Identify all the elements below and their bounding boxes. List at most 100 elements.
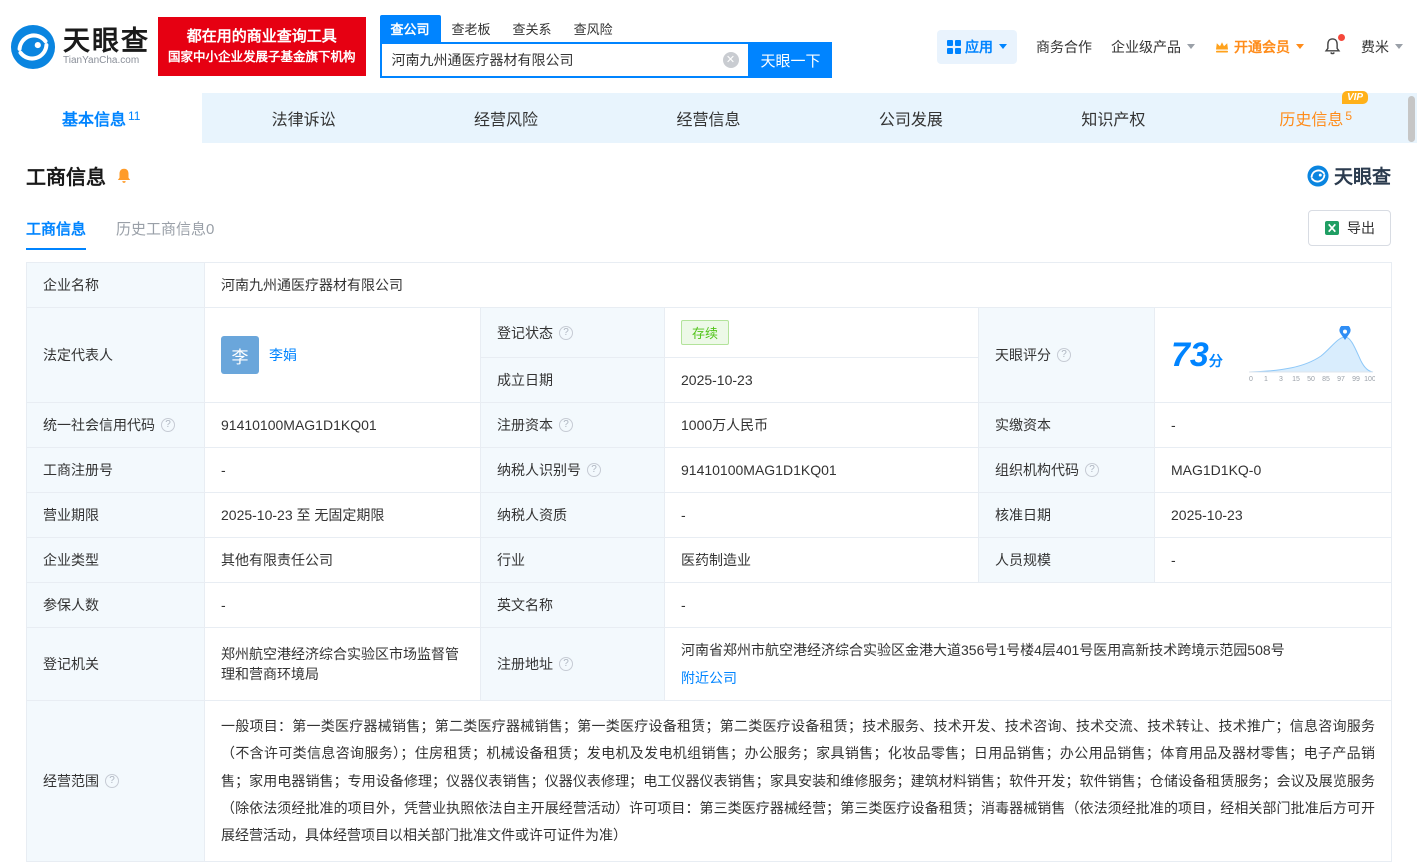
help-icon[interactable] bbox=[105, 774, 119, 788]
nearby-companies-link[interactable]: 附近公司 bbox=[681, 670, 737, 686]
tab-history-info[interactable]: 历史信息 5 VIP bbox=[1215, 93, 1417, 143]
tab-company-development[interactable]: 公司发展 bbox=[810, 93, 1012, 143]
tianyancha-logo[interactable]: 天眼查 TianYanCha.com bbox=[10, 24, 150, 70]
apps-menu[interactable]: 应用 bbox=[937, 30, 1017, 64]
field-value-approval-date: 2025-10-23 bbox=[1155, 493, 1392, 538]
tab-operation-risk[interactable]: 经营风险 bbox=[405, 93, 607, 143]
apps-label: 应用 bbox=[965, 37, 993, 57]
field-value-business-term: 2025-10-23 至 无固定期限 bbox=[205, 493, 481, 538]
search-tab-risk[interactable]: 查风险 bbox=[563, 15, 624, 42]
field-label-insured-count: 参保人数 bbox=[27, 583, 205, 628]
field-value-english-name: - bbox=[665, 583, 1392, 628]
tab-legal-litigation[interactable]: 法律诉讼 bbox=[202, 93, 404, 143]
svg-text:97: 97 bbox=[1337, 376, 1345, 383]
field-label-paid-capital: 实缴资本 bbox=[979, 403, 1155, 448]
legal-rep-link[interactable]: 李娟 bbox=[269, 345, 297, 365]
export-button[interactable]: 导出 bbox=[1308, 210, 1391, 246]
search-button[interactable]: 天眼一下 bbox=[750, 42, 832, 78]
help-icon[interactable] bbox=[161, 418, 175, 432]
apps-grid-icon bbox=[947, 40, 961, 54]
field-label-taxpayer-id: 纳税人识别号 bbox=[481, 448, 665, 493]
tab-operation-info[interactable]: 经营信息 bbox=[607, 93, 809, 143]
field-value-credit-code: 91410100MAG1D1KQ01 bbox=[205, 403, 481, 448]
field-value-reg-address: 河南省郑州市航空港经济综合实验区金港大道356号1号楼4层401号医用高新技术跨… bbox=[665, 628, 1392, 701]
section-title: 工商信息 bbox=[26, 161, 106, 190]
tab-label: 知识产权 bbox=[1081, 106, 1145, 130]
help-icon[interactable] bbox=[587, 463, 601, 477]
username-label: 费米 bbox=[1361, 37, 1389, 57]
tab-label: 法律诉讼 bbox=[272, 106, 336, 130]
chevron-down-icon bbox=[1296, 44, 1304, 49]
legal-rep-avatar[interactable]: 李 bbox=[221, 336, 259, 374]
field-label-business-term: 营业期限 bbox=[27, 493, 205, 538]
field-label-reg-capital: 注册资本 bbox=[481, 403, 665, 448]
field-label-establish-date: 成立日期 bbox=[481, 358, 665, 403]
field-value-reg-number: - bbox=[205, 448, 481, 493]
field-label-reg-number: 工商注册号 bbox=[27, 448, 205, 493]
field-value-insured-count: - bbox=[205, 583, 481, 628]
field-label-company-name: 企业名称 bbox=[27, 263, 205, 308]
field-value-reg-capital: 1000万人民币 bbox=[665, 403, 979, 448]
tab-basic-info[interactable]: 基本信息 11 bbox=[0, 93, 202, 143]
field-label-approval-date: 核准日期 bbox=[979, 493, 1155, 538]
field-label-english-name: 英文名称 bbox=[481, 583, 665, 628]
logo-name: 天眼查 bbox=[63, 27, 150, 55]
notification-bell[interactable] bbox=[1323, 37, 1342, 56]
search-tab-company[interactable]: 查公司 bbox=[380, 15, 441, 42]
membership-label: 开通会员 bbox=[1234, 37, 1290, 57]
field-value-paid-capital: - bbox=[1155, 403, 1392, 448]
svg-text:50: 50 bbox=[1307, 376, 1315, 383]
svg-text:15: 15 bbox=[1292, 376, 1300, 383]
user-menu[interactable]: 费米 bbox=[1361, 37, 1403, 57]
tab-label: 历史信息 bbox=[1279, 106, 1343, 130]
tab-label: 经营风险 bbox=[474, 106, 538, 130]
field-value-company-type: 其他有限责任公司 bbox=[205, 538, 481, 583]
excel-icon bbox=[1324, 220, 1340, 236]
search-tabs: 查公司 查老板 查关系 查风险 bbox=[380, 15, 832, 42]
field-value-establish-date: 2025-10-23 bbox=[665, 358, 979, 403]
svg-text:100: 100 bbox=[1364, 376, 1375, 383]
field-value-business-scope: 一般项目：第一类医疗器械销售；第二类医疗器械销售；第一类医疗设备租赁；第二类医疗… bbox=[205, 701, 1392, 862]
clear-icon[interactable]: ✕ bbox=[723, 52, 739, 68]
page-scrollbar[interactable] bbox=[1408, 96, 1415, 142]
search-input[interactable] bbox=[382, 52, 723, 68]
svg-text:85: 85 bbox=[1322, 376, 1330, 383]
field-value-org-code: MAG1D1KQ-0 bbox=[1155, 448, 1392, 493]
svg-text:1: 1 bbox=[1264, 376, 1268, 383]
promo-line-2: 国家中小企业发展子基金旗下机构 bbox=[168, 48, 356, 67]
help-icon[interactable] bbox=[559, 326, 573, 340]
subtab-business-info[interactable]: 工商信息 bbox=[26, 218, 86, 250]
menu-business-cooperation[interactable]: 商务合作 bbox=[1036, 37, 1092, 57]
help-icon[interactable] bbox=[1085, 463, 1099, 477]
tianyancha-watermark: 天眼查 bbox=[1307, 162, 1391, 189]
search-area: 查公司 查老板 查关系 查风险 ✕ 天眼一下 bbox=[380, 15, 832, 78]
svg-text:99: 99 bbox=[1352, 376, 1360, 383]
help-icon[interactable] bbox=[1057, 348, 1071, 362]
business-info-table: 企业名称 河南九州通医疗器材有限公司 法定代表人 李 李娟 登记状态 bbox=[26, 262, 1392, 862]
search-tab-boss[interactable]: 查老板 bbox=[441, 15, 502, 42]
help-icon[interactable] bbox=[559, 657, 573, 671]
field-label-score: 天眼评分 bbox=[979, 308, 1155, 403]
help-icon[interactable] bbox=[559, 418, 573, 432]
subtab-history-business-info[interactable]: 历史工商信息0 bbox=[116, 218, 214, 250]
tianyancha-logo-icon bbox=[10, 24, 56, 70]
field-value-reg-authority: 郑州航空港经济综合实验区市场监督管理和营商环境局 bbox=[205, 628, 481, 701]
field-label-taxpayer-quality: 纳税人资质 bbox=[481, 493, 665, 538]
top-header: 天眼查 TianYanCha.com 都在用的商业查询工具 国家中小企业发展子基… bbox=[0, 0, 1417, 93]
search-tab-relation[interactable]: 查关系 bbox=[502, 15, 563, 42]
tianyancha-logo-icon bbox=[1307, 165, 1329, 187]
search-box: ✕ bbox=[380, 42, 750, 78]
field-value-staff-size: - bbox=[1155, 538, 1392, 583]
tab-label: 公司发展 bbox=[879, 106, 943, 130]
field-label-business-scope: 经营范围 bbox=[27, 701, 205, 862]
notification-dot bbox=[1338, 34, 1345, 41]
tab-intellectual-property[interactable]: 知识产权 bbox=[1012, 93, 1214, 143]
menu-open-membership[interactable]: 开通会员 bbox=[1214, 37, 1304, 57]
promo-banner: 都在用的商业查询工具 国家中小企业发展子基金旗下机构 bbox=[158, 17, 366, 76]
subscribe-bell-icon[interactable] bbox=[115, 167, 133, 185]
chevron-down-icon bbox=[999, 44, 1007, 49]
menu-enterprise-products[interactable]: 企业级产品 bbox=[1111, 37, 1195, 57]
field-value-industry: 医药制造业 bbox=[665, 538, 979, 583]
vip-badge: VIP bbox=[1342, 91, 1368, 104]
tab-count: 5 bbox=[1345, 109, 1352, 123]
